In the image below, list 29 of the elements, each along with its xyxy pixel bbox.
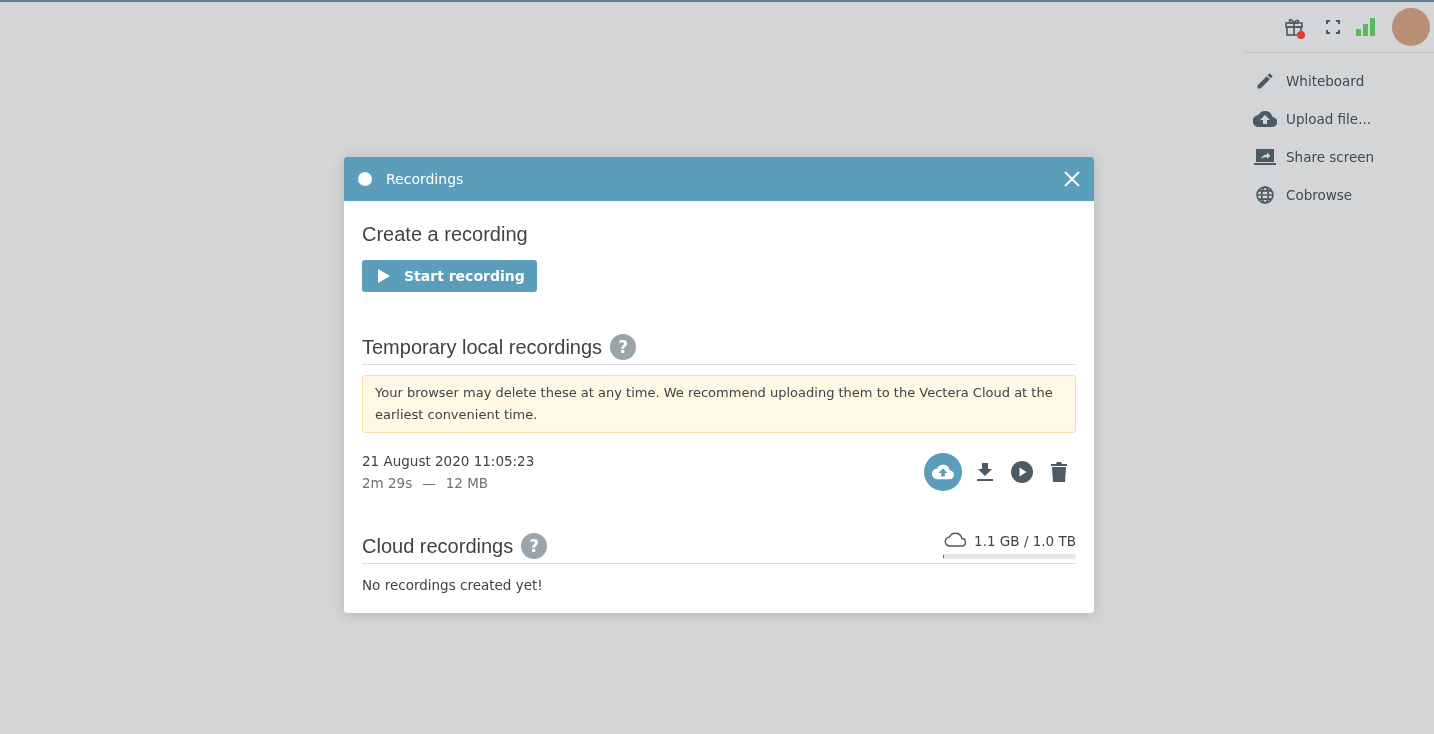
play-icon	[378, 269, 390, 283]
section-heading: Temporary local recordings	[362, 335, 603, 359]
globe-icon	[1253, 185, 1277, 205]
empty-message: No recordings created yet!	[362, 577, 544, 593]
separator: —	[422, 475, 436, 491]
recording-size: 12 MB	[445, 475, 489, 491]
cloud-icon	[944, 531, 969, 550]
laptop-screen-icon	[1253, 147, 1277, 167]
fullscreen-icon[interactable]	[1326, 20, 1340, 34]
cloud-upload-icon	[1253, 109, 1277, 129]
section-heading: Create a recording	[362, 223, 529, 246]
dialog-title: Recordings	[386, 171, 465, 187]
storage-usage: 1.1 GB / 1.0 TB	[974, 532, 1076, 549]
recording-duration: 2m 29s	[362, 475, 413, 491]
menu-item[interactable]: Share screen	[1253, 138, 1434, 176]
upload-button[interactable]	[924, 453, 962, 491]
menu-item[interactable]: Whiteboard	[1253, 62, 1434, 100]
record-dot-icon	[358, 172, 372, 186]
menu-item[interactable]: Cobrowse	[1253, 176, 1434, 214]
delete-button[interactable]	[1048, 462, 1070, 482]
download-button[interactable]	[974, 463, 996, 481]
close-button[interactable]	[1064, 171, 1080, 187]
menu-item[interactable]: Upload file...	[1253, 100, 1434, 138]
play-button[interactable]	[1008, 461, 1036, 483]
warning-notice: Your browser may delete these at any time. We recommend uploading them to the Vectera Cloud at the earliest convenient time.	[362, 375, 1076, 433]
cloud-upload-icon	[931, 463, 955, 481]
recording-date: 21 August 2020 11:05:23	[362, 453, 535, 469]
section-heading: Cloud recordings	[362, 534, 514, 558]
signal-bars-icon	[1356, 18, 1376, 36]
